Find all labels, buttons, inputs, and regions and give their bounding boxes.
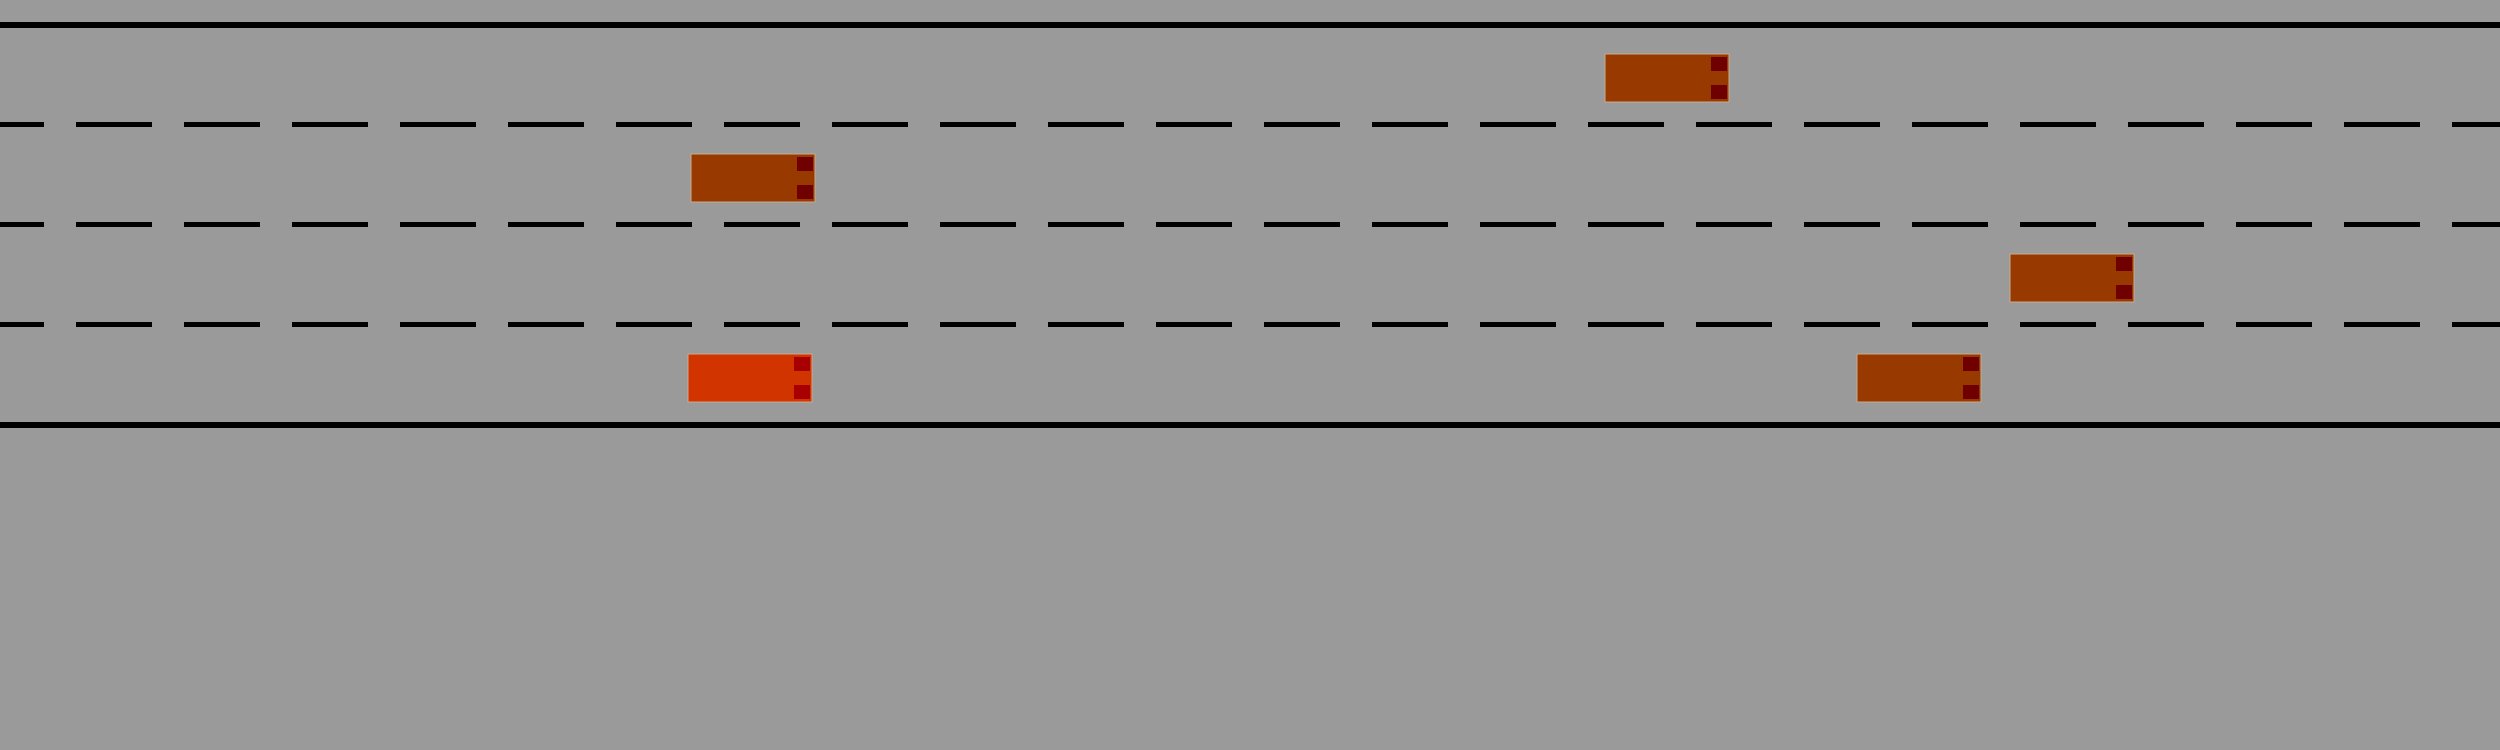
vehicle-2 [690, 153, 816, 203]
vehicle-3-headlight-right [2116, 285, 2132, 299]
vehicle-3-body [2009, 253, 2135, 303]
vehicle-2-body [690, 153, 816, 203]
ego-vehicle [687, 353, 813, 403]
vehicle-2-headlight-left [797, 157, 813, 171]
vehicle-1 [1604, 53, 1730, 103]
vehicle-3 [2009, 253, 2135, 303]
background [0, 0, 2500, 750]
vehicle-1-headlight-left [1711, 57, 1727, 71]
vehicle-1-headlight-right [1711, 85, 1727, 99]
vehicle-4-body [1856, 353, 1982, 403]
vehicle-4-headlight-left [1963, 357, 1979, 371]
ego-vehicle-headlight-left [794, 357, 810, 371]
vehicle-1-body [1604, 53, 1730, 103]
ego-vehicle-headlight-right [794, 385, 810, 399]
vehicle-4-headlight-right [1963, 385, 1979, 399]
road-edge-bottom [0, 422, 2500, 428]
ego-vehicle-body [687, 353, 813, 403]
road-edge-top [0, 22, 2500, 28]
highway-scene [0, 0, 2500, 750]
vehicle-3-headlight-left [2116, 257, 2132, 271]
vehicle-2-headlight-right [797, 185, 813, 199]
vehicle-4 [1856, 353, 1982, 403]
